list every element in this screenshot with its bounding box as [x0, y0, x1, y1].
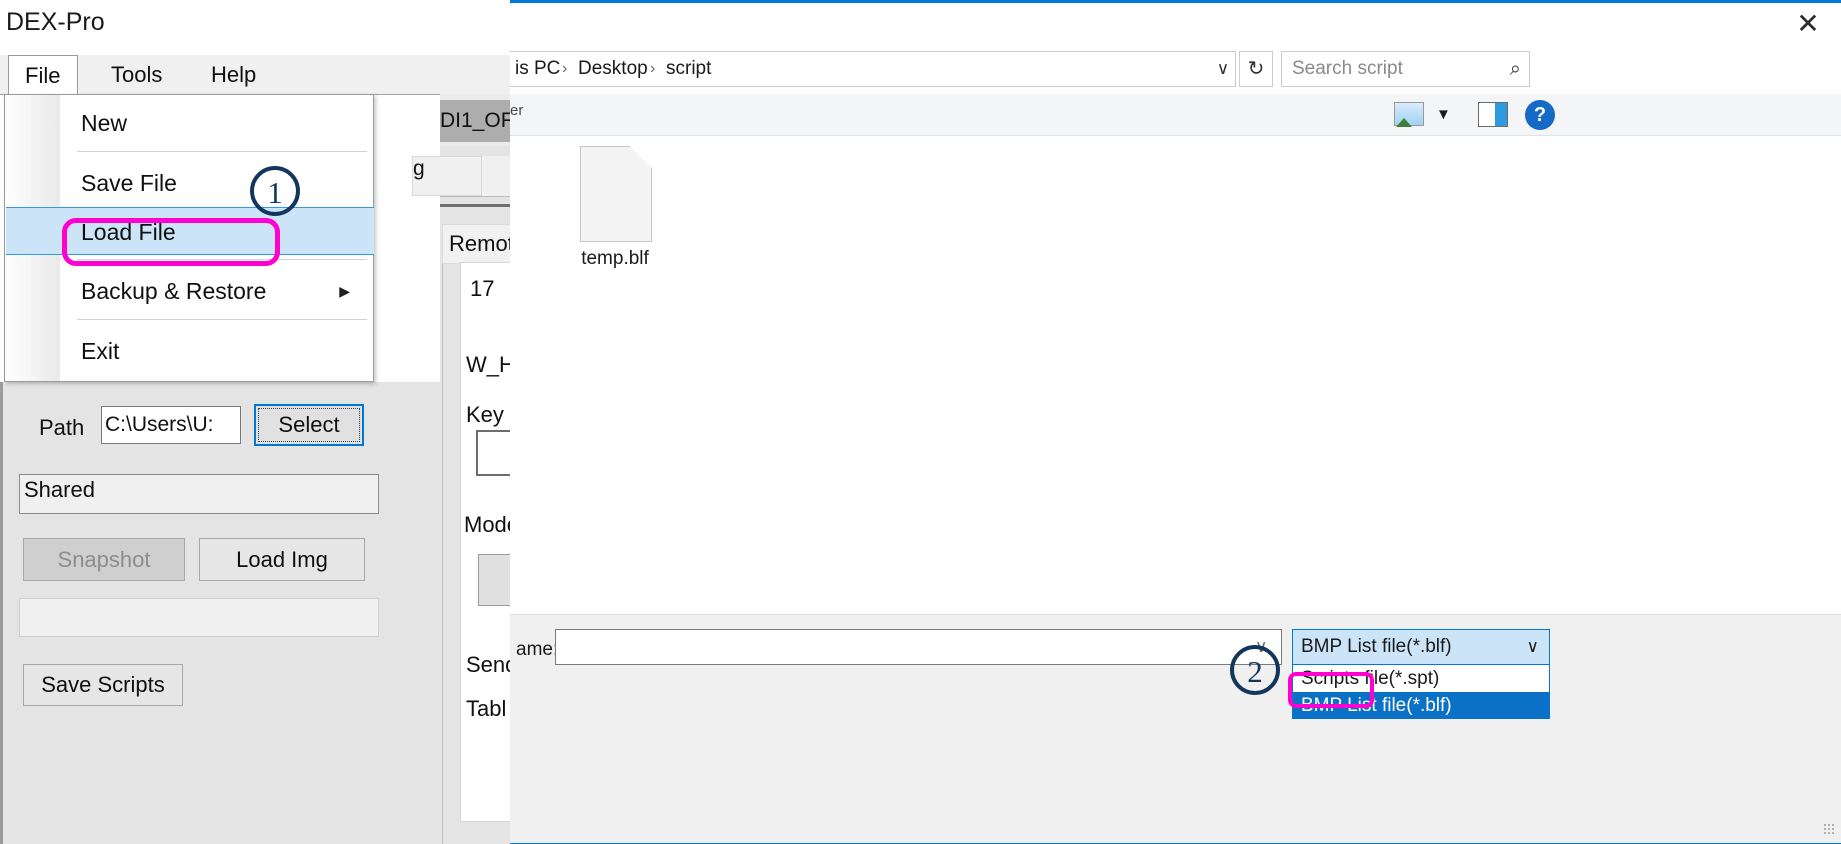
- breadcrumb-separator-icon-2: ›: [650, 60, 656, 77]
- breadcrumb-this-pc[interactable]: is PC: [515, 52, 560, 86]
- shared-list[interactable]: Shared: [19, 474, 379, 514]
- chevron-down-icon[interactable]: ∨: [1210, 52, 1236, 86]
- breadcrumb-separator-icon: ›: [562, 60, 568, 77]
- organize-button-label[interactable]: er: [510, 102, 523, 119]
- menu-item-exit-label: Exit: [81, 338, 120, 364]
- menu-item-backup-restore-label: Backup & Restore: [81, 278, 267, 304]
- menu-item-new-label: New: [81, 110, 128, 136]
- view-mode-icon[interactable]: [1394, 102, 1426, 128]
- breadcrumb-script[interactable]: script: [666, 52, 711, 86]
- save-scripts-button[interactable]: Save Scripts: [23, 664, 183, 706]
- menu-item-save-file-label: Save File: [81, 170, 177, 196]
- sub-tab-item[interactable]: g: [412, 156, 482, 196]
- menu-tools-label: Tools: [111, 62, 163, 87]
- tab-di1-off[interactable]: DI1_OFF DI2: [440, 100, 520, 142]
- menu-bar: File Tools Help: [0, 55, 520, 95]
- status-box: [19, 598, 379, 637]
- path-input[interactable]: C:\Users\U:: [101, 406, 241, 444]
- select-button[interactable]: Select: [254, 404, 364, 446]
- close-icon[interactable]: ✕: [1785, 5, 1831, 43]
- menu-help[interactable]: Help: [195, 55, 272, 94]
- remote-value-17: 17: [470, 276, 495, 301]
- dialog-toolbar: er ▼ ?: [510, 94, 1841, 136]
- panel-divider: [440, 204, 520, 207]
- menu-separator-3: [77, 319, 367, 320]
- save-scripts-button-label: Save Scripts: [41, 672, 165, 697]
- file-type-combobox[interactable]: BMP List file(*.blf) ∨: [1292, 629, 1550, 665]
- breadcrumb-desktop[interactable]: Desktop: [578, 52, 648, 86]
- tab-strip: DI1_OFF DI2: [440, 94, 520, 146]
- file-item-label: temp.blf: [581, 248, 649, 269]
- menu-help-label: Help: [211, 62, 257, 87]
- menu-item-load-file[interactable]: Load File: [6, 207, 374, 255]
- file-list-view[interactable]: temp.blf: [510, 136, 1841, 614]
- load-img-button[interactable]: Load Img: [199, 538, 365, 581]
- menu-file-label: File: [25, 63, 61, 88]
- annotation-step-1: 1: [250, 166, 300, 216]
- address-row: is PC › Desktop › script ∨ ↻ Search scri…: [510, 47, 1841, 92]
- annotation-step-2: 2: [1230, 645, 1280, 695]
- search-input[interactable]: Search script ⌕: [1281, 51, 1530, 87]
- menu-separator-1: [77, 151, 367, 152]
- menu-separator-2: [77, 259, 367, 260]
- address-bar[interactable]: is PC › Desktop › script ∨: [510, 51, 1236, 87]
- file-type-option-spt[interactable]: Scripts file(*.spt): [1293, 665, 1549, 692]
- file-name-input[interactable]: [555, 629, 1282, 665]
- help-icon[interactable]: ?: [1525, 100, 1555, 130]
- snapshot-button-label: Snapshot: [57, 547, 151, 572]
- refresh-icon[interactable]: ↻: [1239, 51, 1273, 87]
- w-h-label: W_H: [466, 352, 515, 377]
- menu-tools[interactable]: Tools: [95, 55, 178, 94]
- menu-item-exit[interactable]: Exit: [6, 327, 374, 375]
- file-type-dropdown-list: Scripts file(*.spt) BMP List file(*.blf): [1292, 665, 1550, 719]
- preview-pane-fill: [1495, 103, 1507, 126]
- file-item-temp-blf[interactable]: temp.blf: [550, 146, 680, 306]
- file-menu-dropdown: New Save File Load File Backup & Restore…: [4, 94, 374, 382]
- file-type-selected-label: BMP List file(*.blf): [1301, 636, 1452, 657]
- preview-pane-icon[interactable]: [1478, 102, 1508, 127]
- path-label: Path: [39, 415, 85, 440]
- app-title: DEX-Pro: [6, 8, 105, 36]
- picture-icon-hill: [1396, 118, 1412, 127]
- search-icon: ⌕: [1509, 58, 1521, 80]
- menu-item-new[interactable]: New: [6, 99, 374, 147]
- dialog-footer: ame: ∨ BMP List file(*.blf) ∨ Scripts fi…: [510, 614, 1841, 844]
- menu-item-load-file-label: Load File: [81, 219, 176, 245]
- chevron-right-icon: ▶: [339, 283, 350, 299]
- sub-tab-row: g: [412, 156, 520, 197]
- load-img-button-label: Load Img: [236, 547, 328, 572]
- app-right-partial-panel: DI1_OFF DI2 g Remote 17 W_H Key Mode Sen…: [412, 94, 526, 844]
- open-file-dialog: ✕ is PC › Desktop › script ∨ ↻ Search sc…: [510, 0, 1841, 844]
- file-icon-fold: [630, 146, 652, 168]
- resize-grip[interactable]: [1823, 823, 1835, 835]
- caret-down-icon[interactable]: ▼: [1436, 106, 1451, 123]
- focus-ring: [258, 408, 360, 442]
- table-label: Tabl: [466, 696, 507, 721]
- key-label: Key: [466, 402, 504, 427]
- chevron-down-icon: ∨: [1526, 637, 1539, 656]
- search-placeholder: Search script: [1292, 58, 1403, 79]
- file-type-option-blf[interactable]: BMP List file(*.blf): [1293, 692, 1549, 719]
- menu-item-backup-restore[interactable]: Backup & Restore ▶: [6, 267, 374, 315]
- dex-pro-application: DEX-Pro File Tools Help New Save File Lo…: [0, 0, 526, 844]
- snapshot-button[interactable]: Snapshot: [23, 538, 185, 581]
- menu-file[interactable]: File: [8, 55, 78, 95]
- file-name-label: ame:: [516, 639, 559, 660]
- app-left-controls-panel: Path C:\Users\U: Select Shared Snapshot …: [0, 382, 440, 844]
- menu-item-save-file[interactable]: Save File: [6, 159, 374, 207]
- file-icon: [580, 146, 652, 242]
- dialog-title-bar: ✕: [510, 3, 1841, 45]
